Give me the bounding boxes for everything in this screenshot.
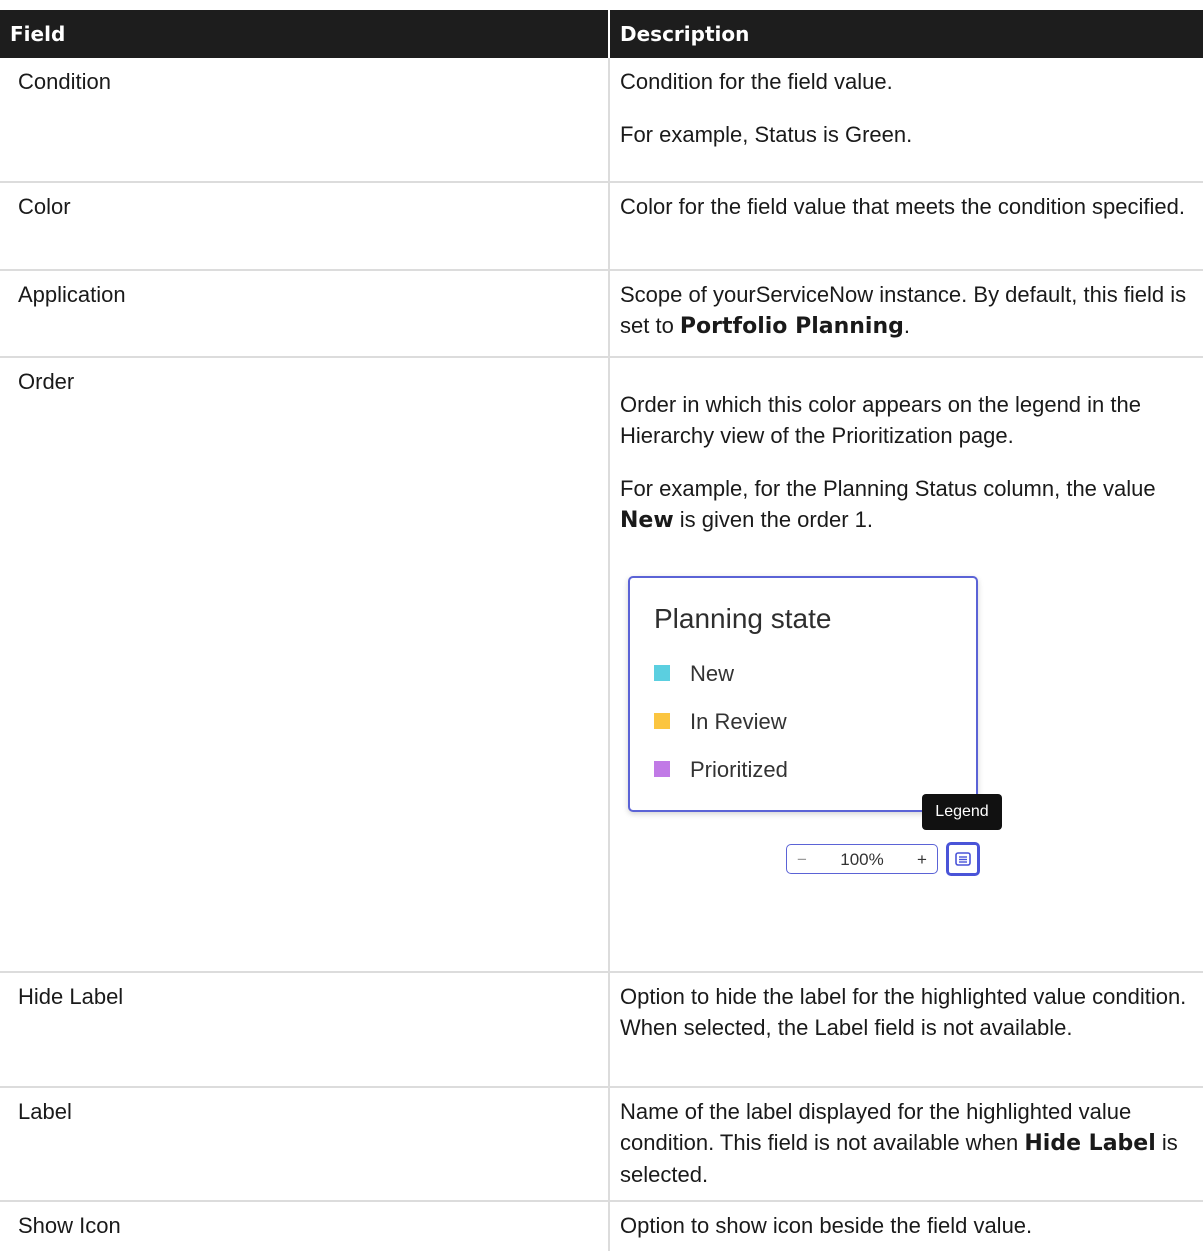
table-row: Label Name of the label displayed for th… bbox=[0, 1087, 1203, 1202]
bold-value: New bbox=[620, 508, 674, 533]
field-name: Application bbox=[0, 270, 609, 358]
legend-illustration: Planning state New In Review Prioritized bbox=[620, 554, 1020, 884]
table-row: Color Color for the field value that mee… bbox=[0, 182, 1203, 271]
field-description: Condition for the field value. For examp… bbox=[608, 58, 1203, 183]
legend-panel: Planning state New In Review Prioritized bbox=[628, 576, 978, 812]
field-name: Hide Label bbox=[0, 972, 609, 1088]
field-description: Scope of yourServiceNow instance. By def… bbox=[608, 270, 1203, 358]
legend-toggle-button[interactable] bbox=[946, 842, 980, 876]
field-name: Order bbox=[0, 357, 609, 973]
field-name: Condition bbox=[0, 58, 609, 183]
table-row: Hide Label Option to hide the label for … bbox=[0, 972, 1203, 1088]
zoom-out-button[interactable]: − bbox=[797, 844, 807, 875]
table-row: Order Order in which this color appears … bbox=[0, 357, 1203, 973]
legend-item-prioritized: Prioritized bbox=[654, 756, 788, 782]
field-name: Color bbox=[0, 182, 609, 271]
field-description: Color for the field value that meets the… bbox=[608, 182, 1203, 271]
table-row: Application Scope of yourServiceNow inst… bbox=[0, 270, 1203, 358]
table-row: Show Icon Option to show icon beside the… bbox=[0, 1201, 1203, 1251]
field-description: Option to hide the label for the highlig… bbox=[608, 972, 1203, 1088]
table-row: Condition Condition for the field value.… bbox=[0, 58, 1203, 183]
field-description: Name of the label displayed for the high… bbox=[608, 1087, 1203, 1202]
legend-title: Planning state bbox=[654, 603, 832, 634]
table-header-row: Field Description bbox=[0, 10, 1203, 58]
field-column-header: Field bbox=[0, 10, 609, 58]
color-swatch bbox=[654, 761, 670, 777]
color-swatch bbox=[654, 665, 670, 681]
field-name: Label bbox=[0, 1087, 609, 1202]
field-description-table: Field Description Condition Condition fo… bbox=[0, 10, 1203, 1251]
field-description: Order in which this color appears on the… bbox=[608, 357, 1203, 973]
zoom-control: − 100% + bbox=[786, 844, 938, 874]
legend-tooltip: Legend bbox=[922, 794, 1002, 830]
legend-list-icon bbox=[955, 852, 971, 866]
legend-item-new: New bbox=[654, 660, 734, 686]
bold-value: Hide Label bbox=[1024, 1131, 1156, 1156]
field-description: Option to show icon beside the field val… bbox=[608, 1201, 1203, 1251]
zoom-in-button[interactable]: + bbox=[917, 844, 927, 875]
color-swatch bbox=[654, 713, 670, 729]
legend-item-in-review: In Review bbox=[654, 708, 787, 734]
field-name: Show Icon bbox=[18, 1213, 121, 1238]
zoom-level: 100% bbox=[840, 849, 884, 869]
description-column-header: Description bbox=[608, 10, 1203, 58]
bold-value: Portfolio Planning bbox=[679, 314, 904, 339]
